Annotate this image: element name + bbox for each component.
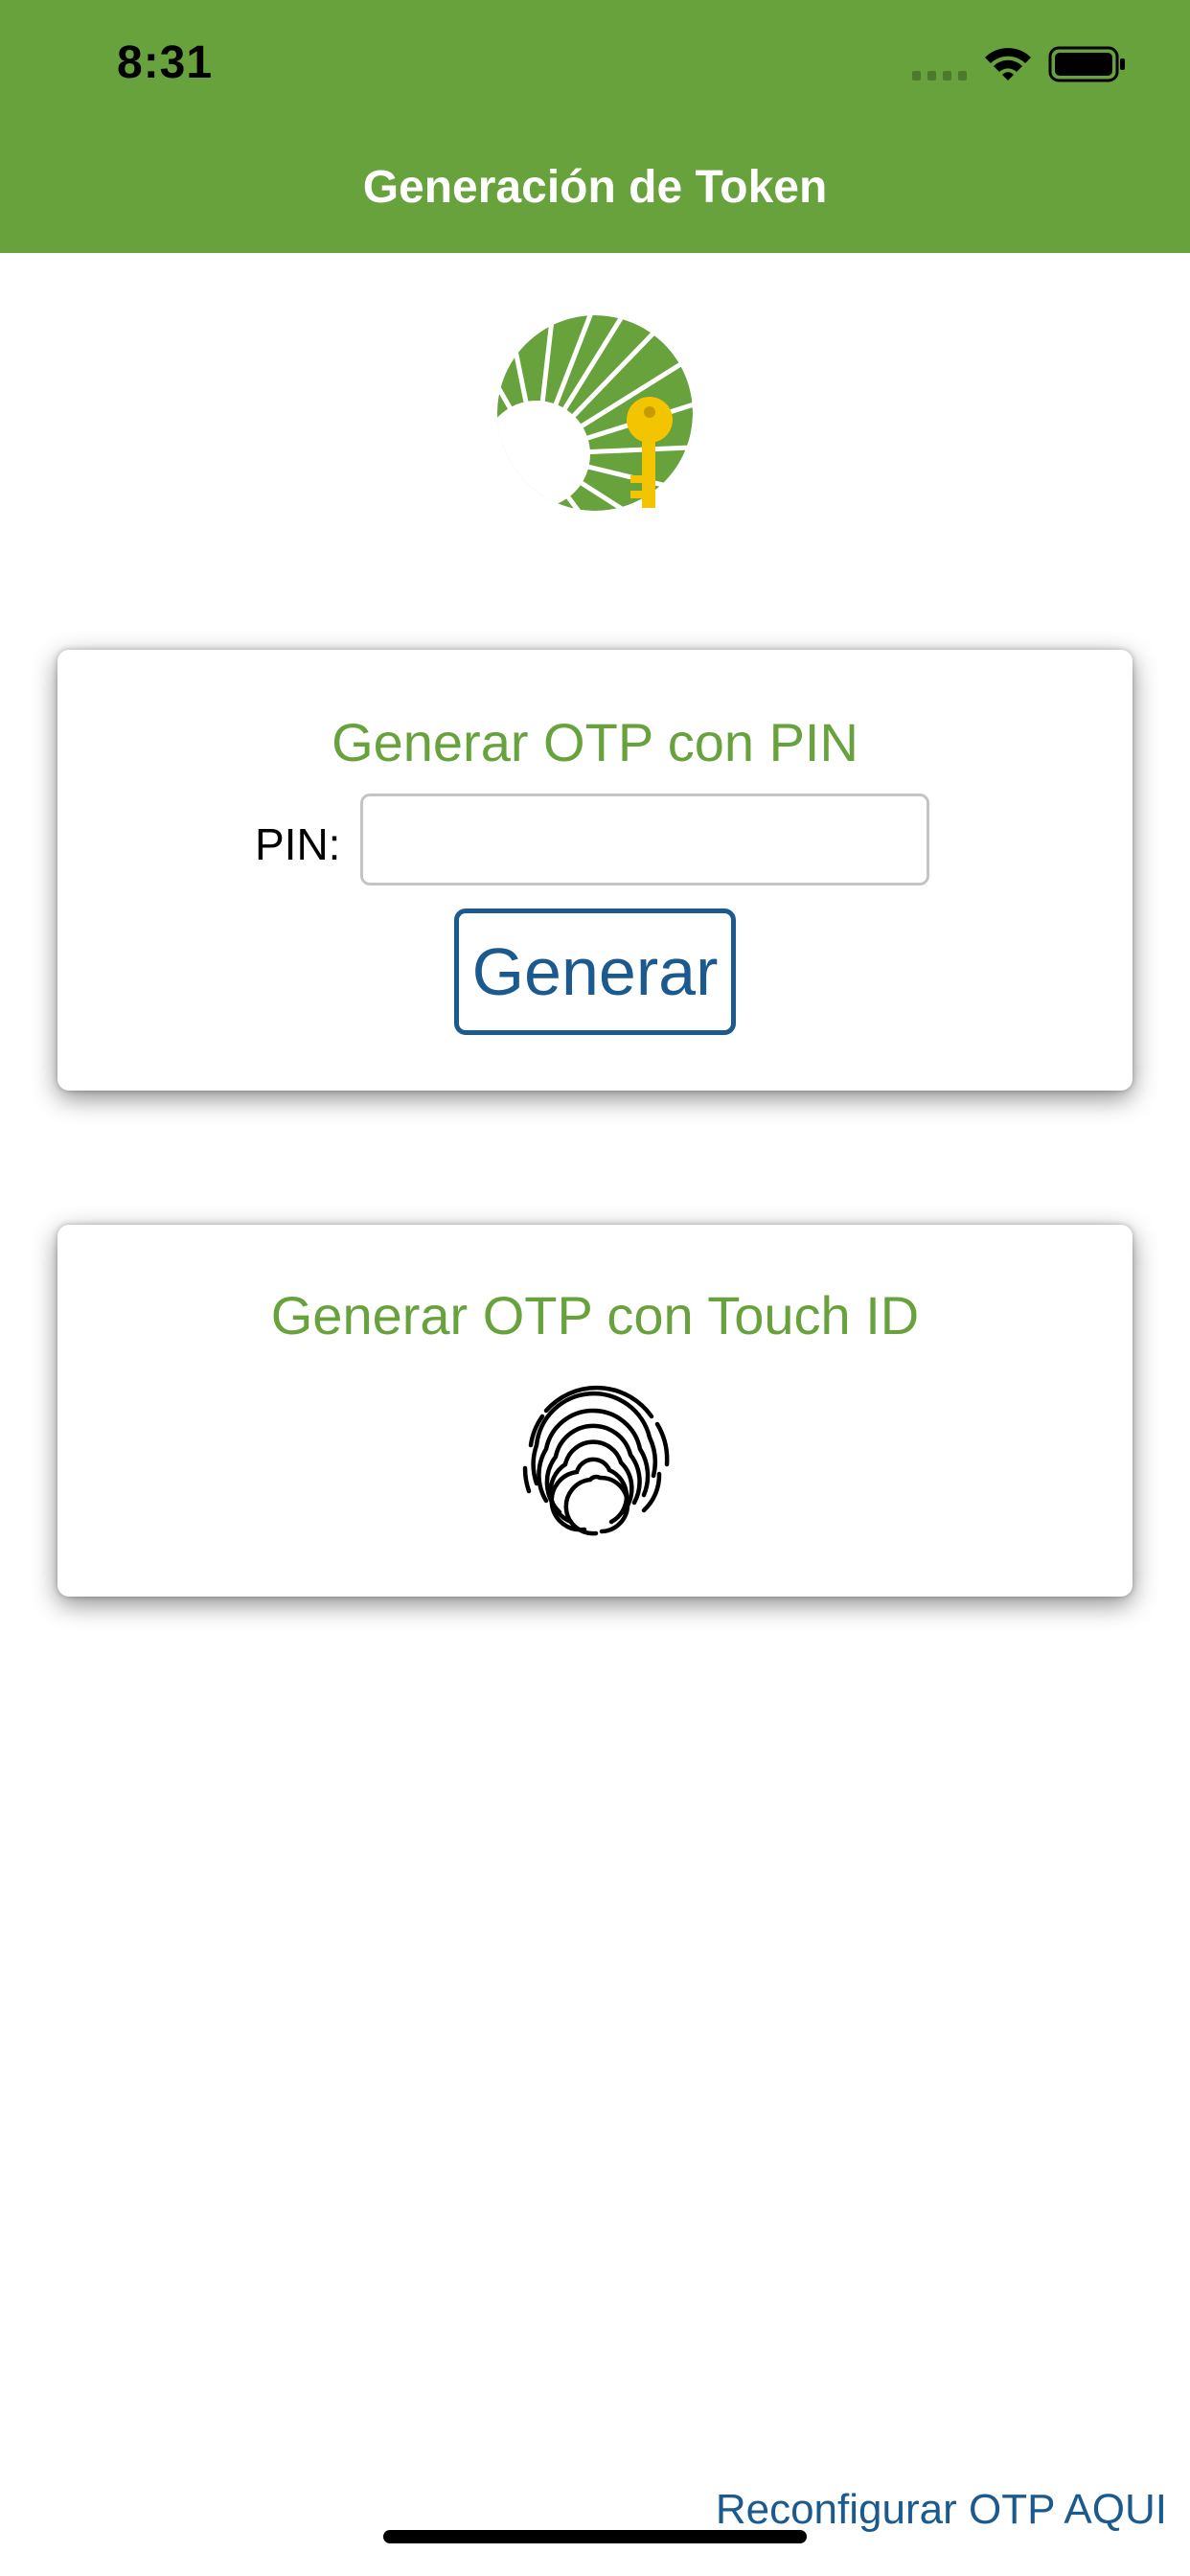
status-time: 8:31: [117, 37, 214, 88]
sunburst-key-logo: [497, 315, 693, 511]
touch-id-otp-card: Generar OTP con Touch ID: [57, 1225, 1133, 1597]
home-indicator: [383, 2530, 807, 2543]
fingerprint-icon[interactable]: [508, 1368, 680, 1541]
wifi-icon: [985, 48, 1031, 80]
battery-icon: [1048, 46, 1125, 82]
cellular-signal-icon: [912, 71, 967, 80]
reconfigure-otp-link[interactable]: Reconfigurar OTP AQUI: [716, 2486, 1167, 2534]
touch-card-title: Generar OTP con Touch ID: [270, 1285, 920, 1346]
pin-otp-card: Generar OTP con PIN PIN: Generar: [57, 650, 1133, 1091]
pin-card-title: Generar OTP con PIN: [332, 712, 858, 772]
pin-label: PIN:: [255, 819, 341, 869]
page-title: Generación de Token: [362, 162, 828, 213]
navigation-header: 8:31 Generación de Token: [0, 0, 1190, 253]
generate-button[interactable]: Generar: [454, 908, 736, 1035]
pin-input[interactable]: [360, 794, 929, 886]
